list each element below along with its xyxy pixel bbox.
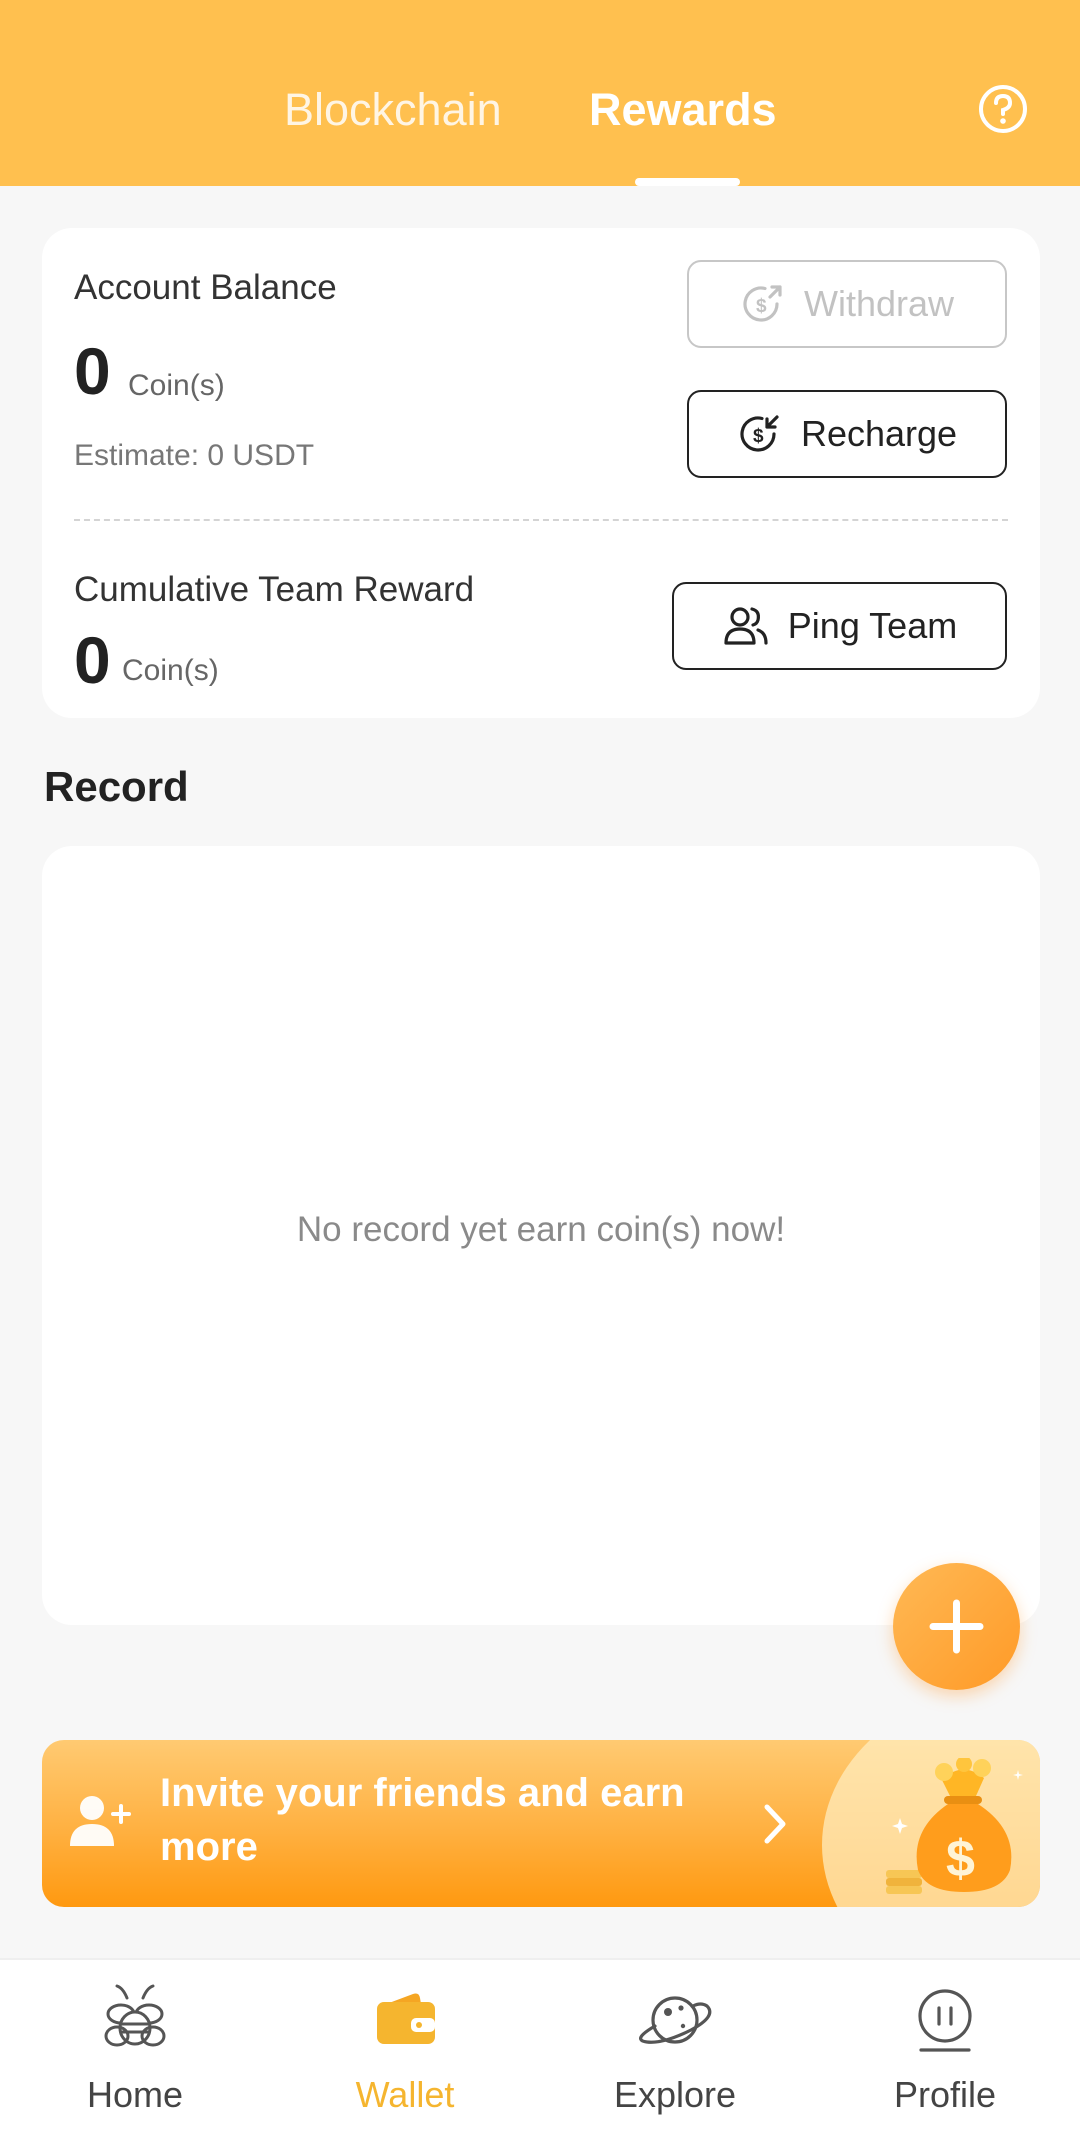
usdt-estimate: Estimate: 0 USDT xyxy=(74,439,315,472)
nav-explore[interactable]: Explore xyxy=(540,1960,810,2137)
tab-blockchain[interactable]: Blockchain xyxy=(284,82,502,138)
account-balance-amount: 0 xyxy=(74,334,111,408)
svg-text:$: $ xyxy=(946,1830,975,1888)
nav-home-label: Home xyxy=(86,2074,184,2115)
chevron-right-icon xyxy=(764,1804,786,1844)
active-tab-indicator xyxy=(635,178,740,186)
record-title: Record xyxy=(44,763,189,810)
recharge-button[interactable]: $ Recharge xyxy=(687,390,1007,478)
balance-card: Account Balance 0 Coin(s) Estimate: 0 US… xyxy=(42,228,1040,718)
nav-profile[interactable]: Profile xyxy=(810,1960,1080,2137)
top-bar: Blockchain Rewards xyxy=(0,0,1080,186)
ping-team-label: Ping Team xyxy=(787,605,958,646)
tab-rewards[interactable]: Rewards xyxy=(589,82,777,138)
plus-icon xyxy=(929,1599,984,1654)
team-reward-amount: 0 xyxy=(74,623,111,697)
svg-text:$: $ xyxy=(753,426,764,447)
invite-text: Invite your friends and earn more xyxy=(160,1771,685,1869)
profile-icon xyxy=(918,1989,972,2052)
withdraw-label: Withdraw xyxy=(803,283,955,324)
bottom-nav: Home Wallet Explore Profile xyxy=(0,1958,1080,2137)
nav-wallet[interactable]: Wallet xyxy=(270,1960,540,2137)
add-fab-button[interactable] xyxy=(893,1563,1020,1690)
team-icon xyxy=(724,607,768,645)
add-user-icon xyxy=(70,1796,131,1846)
nav-wallet-label: Wallet xyxy=(355,2074,455,2115)
wallet-icon xyxy=(377,1993,435,2044)
svg-text:$: $ xyxy=(756,296,767,317)
bee-icon xyxy=(104,1984,166,2047)
team-reward-label: Cumulative Team Reward xyxy=(74,570,475,609)
nav-profile-label: Profile xyxy=(893,2074,997,2115)
withdraw-button[interactable]: $ Withdraw xyxy=(687,260,1007,348)
nav-explore-label: Explore xyxy=(613,2074,737,2115)
invite-banner[interactable]: Invite your friends and earn more $ xyxy=(42,1740,1040,1907)
team-reward-unit: Coin(s) xyxy=(122,654,219,687)
planet-icon xyxy=(639,1996,712,2044)
recharge-icon: $ xyxy=(740,415,779,452)
divider xyxy=(74,519,1008,521)
recharge-label: Recharge xyxy=(800,413,958,454)
empty-record-text: No record yet earn coin(s) now! xyxy=(296,1210,786,1249)
account-balance-label: Account Balance xyxy=(74,268,337,307)
money-bag-icon: $ xyxy=(886,1758,1023,1894)
ping-team-button[interactable]: Ping Team xyxy=(672,582,1007,670)
nav-home[interactable]: Home xyxy=(0,1960,270,2137)
withdraw-icon: $ xyxy=(743,285,782,322)
question-circle-icon[interactable] xyxy=(977,83,1029,135)
account-balance-unit: Coin(s) xyxy=(128,369,225,402)
